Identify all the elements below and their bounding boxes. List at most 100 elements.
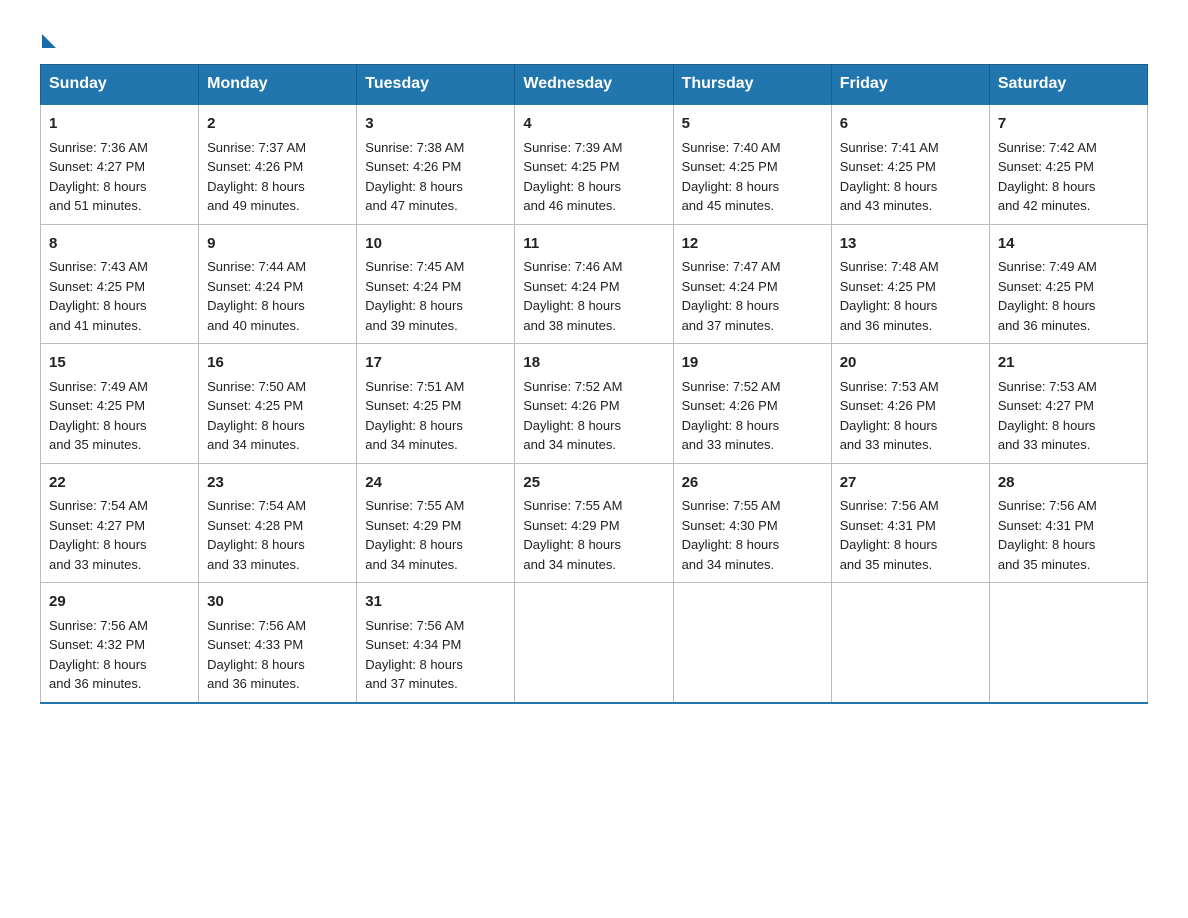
calendar-cell: 9 Sunrise: 7:44 AMSunset: 4:24 PMDayligh… (199, 224, 357, 344)
day-info: Sunrise: 7:52 AMSunset: 4:26 PMDaylight:… (682, 379, 781, 453)
day-number: 14 (998, 233, 1139, 256)
day-number: 13 (840, 233, 981, 256)
day-number: 4 (523, 113, 664, 136)
calendar-table: SundayMondayTuesdayWednesdayThursdayFrid… (40, 64, 1148, 704)
calendar-cell: 7 Sunrise: 7:42 AMSunset: 4:25 PMDayligh… (989, 104, 1147, 224)
calendar-cell: 19 Sunrise: 7:52 AMSunset: 4:26 PMDaylig… (673, 344, 831, 464)
day-info: Sunrise: 7:42 AMSunset: 4:25 PMDaylight:… (998, 140, 1097, 214)
column-header-monday: Monday (199, 65, 357, 105)
day-info: Sunrise: 7:55 AMSunset: 4:30 PMDaylight:… (682, 498, 781, 572)
day-info: Sunrise: 7:54 AMSunset: 4:28 PMDaylight:… (207, 498, 306, 572)
day-info: Sunrise: 7:43 AMSunset: 4:25 PMDaylight:… (49, 259, 148, 333)
calendar-cell: 20 Sunrise: 7:53 AMSunset: 4:26 PMDaylig… (831, 344, 989, 464)
day-info: Sunrise: 7:41 AMSunset: 4:25 PMDaylight:… (840, 140, 939, 214)
calendar-cell: 29 Sunrise: 7:56 AMSunset: 4:32 PMDaylig… (41, 583, 199, 703)
day-number: 20 (840, 352, 981, 375)
day-info: Sunrise: 7:46 AMSunset: 4:24 PMDaylight:… (523, 259, 622, 333)
day-number: 1 (49, 113, 190, 136)
calendar-cell: 16 Sunrise: 7:50 AMSunset: 4:25 PMDaylig… (199, 344, 357, 464)
day-info: Sunrise: 7:56 AMSunset: 4:31 PMDaylight:… (998, 498, 1097, 572)
day-number: 17 (365, 352, 506, 375)
day-info: Sunrise: 7:45 AMSunset: 4:24 PMDaylight:… (365, 259, 464, 333)
column-header-sunday: Sunday (41, 65, 199, 105)
day-number: 24 (365, 472, 506, 495)
day-number: 11 (523, 233, 664, 256)
day-info: Sunrise: 7:36 AMSunset: 4:27 PMDaylight:… (49, 140, 148, 214)
day-number: 25 (523, 472, 664, 495)
calendar-cell: 25 Sunrise: 7:55 AMSunset: 4:29 PMDaylig… (515, 463, 673, 583)
calendar-cell: 26 Sunrise: 7:55 AMSunset: 4:30 PMDaylig… (673, 463, 831, 583)
day-number: 5 (682, 113, 823, 136)
day-info: Sunrise: 7:47 AMSunset: 4:24 PMDaylight:… (682, 259, 781, 333)
calendar-cell: 3 Sunrise: 7:38 AMSunset: 4:26 PMDayligh… (357, 104, 515, 224)
calendar-cell: 4 Sunrise: 7:39 AMSunset: 4:25 PMDayligh… (515, 104, 673, 224)
day-number: 6 (840, 113, 981, 136)
day-info: Sunrise: 7:38 AMSunset: 4:26 PMDaylight:… (365, 140, 464, 214)
day-info: Sunrise: 7:49 AMSunset: 4:25 PMDaylight:… (49, 379, 148, 453)
day-number: 19 (682, 352, 823, 375)
calendar-cell: 10 Sunrise: 7:45 AMSunset: 4:24 PMDaylig… (357, 224, 515, 344)
column-header-friday: Friday (831, 65, 989, 105)
day-info: Sunrise: 7:44 AMSunset: 4:24 PMDaylight:… (207, 259, 306, 333)
column-header-wednesday: Wednesday (515, 65, 673, 105)
column-header-tuesday: Tuesday (357, 65, 515, 105)
day-number: 31 (365, 591, 506, 614)
day-number: 9 (207, 233, 348, 256)
calendar-cell (673, 583, 831, 703)
calendar-cell: 15 Sunrise: 7:49 AMSunset: 4:25 PMDaylig… (41, 344, 199, 464)
day-info: Sunrise: 7:40 AMSunset: 4:25 PMDaylight:… (682, 140, 781, 214)
day-info: Sunrise: 7:50 AMSunset: 4:25 PMDaylight:… (207, 379, 306, 453)
calendar-cell: 8 Sunrise: 7:43 AMSunset: 4:25 PMDayligh… (41, 224, 199, 344)
day-info: Sunrise: 7:56 AMSunset: 4:34 PMDaylight:… (365, 618, 464, 692)
calendar-cell (989, 583, 1147, 703)
logo-arrow-icon (42, 34, 56, 48)
day-info: Sunrise: 7:56 AMSunset: 4:32 PMDaylight:… (49, 618, 148, 692)
logo (40, 30, 56, 44)
calendar-cell: 22 Sunrise: 7:54 AMSunset: 4:27 PMDaylig… (41, 463, 199, 583)
calendar-cell: 28 Sunrise: 7:56 AMSunset: 4:31 PMDaylig… (989, 463, 1147, 583)
day-info: Sunrise: 7:53 AMSunset: 4:26 PMDaylight:… (840, 379, 939, 453)
day-info: Sunrise: 7:56 AMSunset: 4:33 PMDaylight:… (207, 618, 306, 692)
day-number: 27 (840, 472, 981, 495)
day-info: Sunrise: 7:51 AMSunset: 4:25 PMDaylight:… (365, 379, 464, 453)
calendar-cell: 18 Sunrise: 7:52 AMSunset: 4:26 PMDaylig… (515, 344, 673, 464)
calendar-cell: 12 Sunrise: 7:47 AMSunset: 4:24 PMDaylig… (673, 224, 831, 344)
day-info: Sunrise: 7:55 AMSunset: 4:29 PMDaylight:… (365, 498, 464, 572)
day-number: 8 (49, 233, 190, 256)
calendar-cell: 2 Sunrise: 7:37 AMSunset: 4:26 PMDayligh… (199, 104, 357, 224)
day-number: 30 (207, 591, 348, 614)
day-info: Sunrise: 7:54 AMSunset: 4:27 PMDaylight:… (49, 498, 148, 572)
day-number: 18 (523, 352, 664, 375)
day-info: Sunrise: 7:48 AMSunset: 4:25 PMDaylight:… (840, 259, 939, 333)
day-info: Sunrise: 7:55 AMSunset: 4:29 PMDaylight:… (523, 498, 622, 572)
page-header (40, 30, 1148, 44)
calendar-cell: 31 Sunrise: 7:56 AMSunset: 4:34 PMDaylig… (357, 583, 515, 703)
day-number: 21 (998, 352, 1139, 375)
day-number: 2 (207, 113, 348, 136)
column-header-saturday: Saturday (989, 65, 1147, 105)
calendar-cell: 17 Sunrise: 7:51 AMSunset: 4:25 PMDaylig… (357, 344, 515, 464)
calendar-cell: 6 Sunrise: 7:41 AMSunset: 4:25 PMDayligh… (831, 104, 989, 224)
day-number: 29 (49, 591, 190, 614)
day-number: 7 (998, 113, 1139, 136)
day-info: Sunrise: 7:52 AMSunset: 4:26 PMDaylight:… (523, 379, 622, 453)
day-number: 3 (365, 113, 506, 136)
day-number: 22 (49, 472, 190, 495)
calendar-cell: 23 Sunrise: 7:54 AMSunset: 4:28 PMDaylig… (199, 463, 357, 583)
calendar-week-row: 8 Sunrise: 7:43 AMSunset: 4:25 PMDayligh… (41, 224, 1148, 344)
calendar-cell: 30 Sunrise: 7:56 AMSunset: 4:33 PMDaylig… (199, 583, 357, 703)
calendar-week-row: 15 Sunrise: 7:49 AMSunset: 4:25 PMDaylig… (41, 344, 1148, 464)
day-info: Sunrise: 7:37 AMSunset: 4:26 PMDaylight:… (207, 140, 306, 214)
day-info: Sunrise: 7:56 AMSunset: 4:31 PMDaylight:… (840, 498, 939, 572)
calendar-week-row: 1 Sunrise: 7:36 AMSunset: 4:27 PMDayligh… (41, 104, 1148, 224)
calendar-cell: 14 Sunrise: 7:49 AMSunset: 4:25 PMDaylig… (989, 224, 1147, 344)
day-info: Sunrise: 7:39 AMSunset: 4:25 PMDaylight:… (523, 140, 622, 214)
day-number: 26 (682, 472, 823, 495)
calendar-cell: 24 Sunrise: 7:55 AMSunset: 4:29 PMDaylig… (357, 463, 515, 583)
day-number: 15 (49, 352, 190, 375)
column-header-thursday: Thursday (673, 65, 831, 105)
calendar-cell (515, 583, 673, 703)
day-number: 16 (207, 352, 348, 375)
calendar-cell: 21 Sunrise: 7:53 AMSunset: 4:27 PMDaylig… (989, 344, 1147, 464)
calendar-cell: 27 Sunrise: 7:56 AMSunset: 4:31 PMDaylig… (831, 463, 989, 583)
